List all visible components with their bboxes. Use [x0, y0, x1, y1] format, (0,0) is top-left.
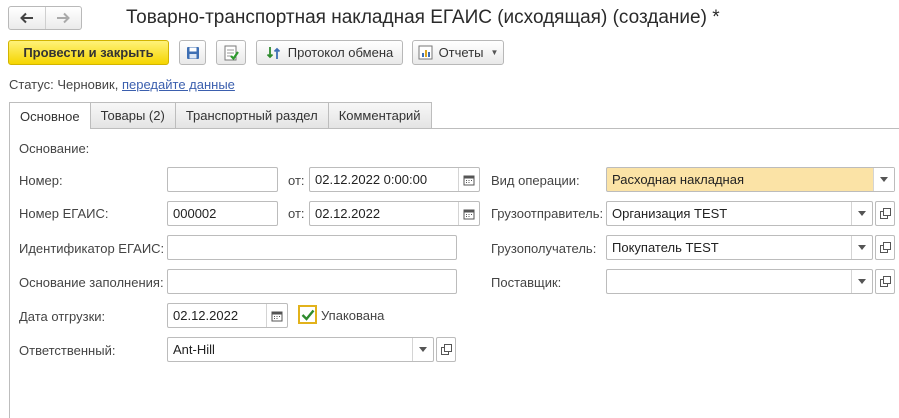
supplier-label: Поставщик: [491, 275, 562, 290]
consignee-label: Грузополучатель: [491, 241, 597, 256]
chevron-down-icon [858, 279, 866, 284]
shipper-select[interactable]: Организация TEST [606, 201, 873, 226]
shipper-value: Организация TEST [612, 206, 728, 221]
responsible-select[interactable]: Ant-Hill [167, 337, 434, 362]
exchange-log-icon [266, 45, 282, 61]
egais-number-value: 000002 [173, 206, 217, 221]
tab-goods[interactable]: Товары (2) [89, 102, 176, 128]
ship-date-label: Дата отгрузки: [19, 309, 106, 324]
transfer-data-link[interactable]: передайте данные [122, 77, 235, 92]
egais-date-input[interactable]: 02.12.2022 [309, 201, 480, 226]
operation-label: Вид операции: [491, 173, 580, 188]
reports-button[interactable]: Отчеты ▼ [412, 40, 504, 65]
tab-transport[interactable]: Транспортный раздел [174, 102, 329, 128]
back-button[interactable] [9, 7, 45, 29]
tab-comment[interactable]: Комментарий [327, 102, 432, 128]
number-input[interactable] [167, 167, 278, 192]
exchange-log-button[interactable]: Протокол обмена [256, 40, 403, 65]
chevron-down-icon [880, 177, 888, 182]
tab-bar: Основное Товары (2) Транспортный раздел … [9, 102, 432, 129]
open-form-icon [879, 242, 891, 253]
egais-id-label: Идентификатор ЕГАИС: [19, 241, 165, 256]
save-button[interactable] [179, 40, 206, 65]
number-label: Номер: [19, 173, 63, 188]
open-consignee-button[interactable] [875, 235, 895, 260]
report-icon [418, 45, 433, 60]
arrow-right-icon [57, 12, 71, 24]
egais-id-input[interactable] [167, 235, 457, 260]
number-date-value: 02.12.2022 0:00:00 [315, 172, 428, 187]
checkmark-icon [301, 309, 314, 321]
post-document-button[interactable] [216, 40, 246, 65]
dropdown-button[interactable] [851, 270, 872, 293]
egais-number-label: Номер ЕГАИС: [19, 206, 109, 221]
supplier-select[interactable] [606, 269, 873, 294]
exchange-log-label: Протокол обмена [287, 45, 394, 60]
open-responsible-button[interactable] [436, 337, 456, 362]
basis-label: Основание: [19, 141, 90, 156]
open-shipper-button[interactable] [875, 201, 895, 226]
chevron-down-icon [858, 211, 866, 216]
status-line: Статус: Черновик, передайте данные [9, 77, 235, 92]
egais-number-input[interactable]: 000002 [167, 201, 278, 226]
consignee-select[interactable]: Покупатель TEST [606, 235, 873, 260]
open-supplier-button[interactable] [875, 269, 895, 294]
open-form-icon [879, 276, 891, 287]
post-and-close-button[interactable]: Провести и закрыть [8, 40, 169, 65]
shipper-label: Грузоотправитель: [491, 206, 604, 221]
ship-date-input[interactable]: 02.12.2022 [167, 303, 288, 328]
floppy-disk-icon [186, 46, 199, 59]
calendar-button[interactable] [266, 304, 287, 327]
chevron-down-icon: ▼ [490, 48, 499, 57]
number-date-input[interactable]: 02.12.2022 0:00:00 [309, 167, 480, 192]
number-date-from-label: от: [288, 173, 305, 188]
dropdown-button[interactable] [851, 202, 872, 225]
dropdown-button[interactable] [851, 236, 872, 259]
status-value: Черновик, [57, 77, 119, 92]
consignee-value: Покупатель TEST [612, 240, 719, 255]
calendar-button[interactable] [458, 202, 479, 225]
responsible-value: Ant-Hill [173, 342, 215, 357]
page-title: Товарно-транспортная накладная ЕГАИС (ис… [126, 7, 720, 28]
navigation-buttons [8, 6, 82, 30]
calendar-icon [463, 175, 475, 185]
responsible-label: Ответственный: [19, 343, 116, 358]
dropdown-button[interactable] [873, 168, 894, 191]
open-form-icon [879, 208, 891, 219]
chevron-down-icon [419, 347, 427, 352]
egais-date-value: 02.12.2022 [315, 206, 381, 221]
packed-checkbox[interactable] [298, 305, 317, 324]
fill-basis-label: Основание заполнения: [19, 275, 164, 290]
arrow-left-icon [19, 12, 33, 24]
ship-date-value: 02.12.2022 [173, 308, 239, 323]
reports-label: Отчеты [438, 45, 484, 60]
post-document-icon [224, 45, 239, 60]
egais-date-from-label: от: [288, 206, 305, 221]
dropdown-button[interactable] [412, 338, 433, 361]
operation-select[interactable]: Расходная накладная [606, 167, 895, 192]
fill-basis-input[interactable] [167, 269, 457, 294]
forward-button[interactable] [44, 7, 82, 29]
open-form-icon [440, 344, 452, 355]
calendar-icon [463, 209, 475, 219]
status-label: Статус: [9, 77, 54, 92]
calendar-button[interactable] [458, 168, 479, 191]
tab-main[interactable]: Основное [9, 102, 91, 129]
chevron-down-icon [858, 245, 866, 250]
operation-value: Расходная накладная [612, 172, 745, 187]
calendar-icon [271, 311, 283, 321]
packed-label[interactable]: Упакована [321, 308, 384, 323]
